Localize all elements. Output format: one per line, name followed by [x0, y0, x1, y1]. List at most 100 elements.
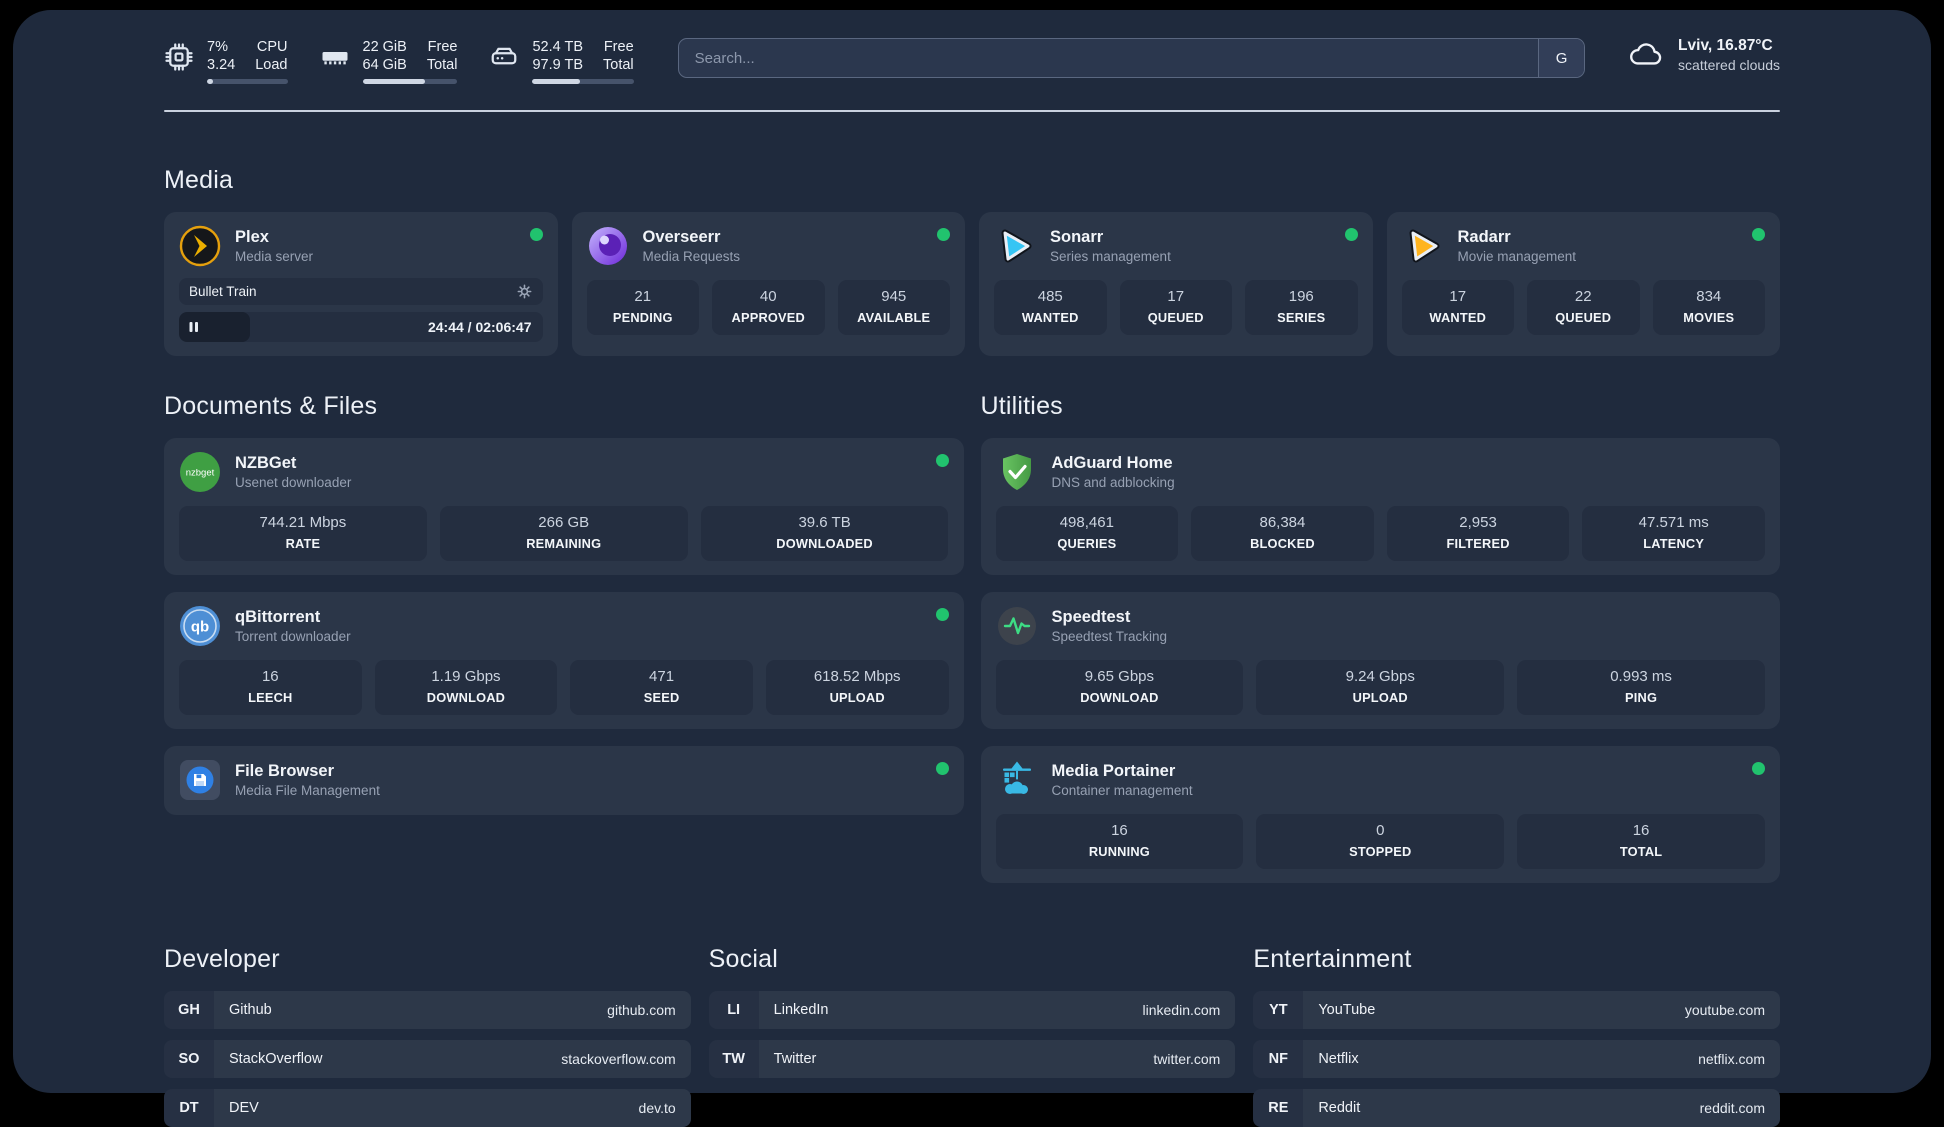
card-subtitle: Speedtest Tracking — [1051, 628, 1168, 644]
stat-label: APPROVED — [731, 309, 805, 325]
stat-label: FILTERED — [1446, 535, 1510, 551]
search-engine-button[interactable]: G — [1538, 39, 1585, 77]
disk-free-label: Free — [603, 39, 634, 55]
qbittorrent-card[interactable]: qb qBittorrent Torrent downloader 16 LEE… — [164, 591, 964, 729]
radarr-icon — [1402, 225, 1444, 267]
cpu-usage-value: 7% — [207, 39, 228, 55]
playback-progress-bar[interactable]: 24:44 / 02:06:47 — [179, 311, 543, 342]
memory-progress-fill — [362, 79, 426, 84]
stat-label: AVAILABLE — [857, 309, 931, 325]
cpu-stat-widget: 7% CPU 3.24 Load — [164, 38, 288, 84]
bookmark-abbr: SO — [164, 1039, 214, 1078]
stat-value: 16 — [261, 667, 279, 685]
speedtest-pulse-icon — [996, 605, 1038, 647]
section-title-social: Social — [708, 944, 778, 973]
bookmark-row[interactable]: TW Twitter twitter.com — [708, 1039, 1236, 1078]
adguard-shield-icon — [996, 451, 1038, 493]
search-bar[interactable]: G — [677, 38, 1586, 78]
developer-column: Developer GH Github github.com SO StackO… — [164, 945, 691, 1127]
bookmark-name: DEV — [229, 1099, 259, 1116]
stat-box: 485 WANTED — [994, 279, 1107, 335]
ram-icon — [320, 42, 350, 72]
bookmark-row[interactable]: GH Github github.com — [164, 990, 691, 1029]
bookmark-abbr: RE — [1253, 1088, 1304, 1127]
bookmark-row[interactable]: LI LinkedIn linkedin.com — [708, 990, 1236, 1029]
stat-label: BLOCKED — [1250, 535, 1315, 551]
filebrowser-card[interactable]: File Browser Media File Management — [164, 745, 964, 815]
stat-label: QUEUED — [1555, 309, 1612, 325]
header-divider — [164, 109, 1780, 112]
weather-widget[interactable]: Lviv, 16.87°C scattered clouds — [1627, 36, 1780, 74]
stat-box: 618.52 Mbps UPLOAD — [765, 659, 949, 715]
speedtest-card[interactable]: Speedtest Speedtest Tracking 9.65 Gbps D… — [980, 591, 1780, 729]
overseerr-card[interactable]: Overseerr Media Requests 21 PENDING 40 A… — [571, 211, 965, 356]
bookmark-row[interactable]: YT YouTube youtube.com — [1253, 990, 1780, 1029]
settings-gear-icon[interactable] — [516, 283, 533, 300]
disk-progress-fill — [532, 79, 580, 84]
stats-row: 17 WANTED 22 QUEUED 834 MOVIES — [1401, 279, 1765, 335]
stat-label: DOWNLOADED — [776, 535, 873, 551]
disk-progress-track — [532, 79, 634, 84]
social-column: Social LI LinkedIn linkedin.com TW Twitt… — [708, 944, 1236, 1127]
radarr-card[interactable]: Radarr Movie management 17 WANTED 22 QUE… — [1386, 211, 1780, 356]
bookmark-row[interactable]: NF Netflix netflix.com — [1253, 1039, 1780, 1078]
status-online-dot — [529, 227, 543, 241]
stat-value: 9.24 Gbps — [1345, 667, 1415, 685]
stat-label: DOWNLOAD — [426, 689, 506, 705]
bookmark-row[interactable]: DT DEV dev.to — [164, 1088, 691, 1127]
adguard-card[interactable]: AdGuard Home DNS and adblocking 498,461 … — [980, 437, 1780, 575]
stat-value: 9.65 Gbps — [1084, 667, 1155, 685]
search-input[interactable] — [678, 39, 1539, 77]
stat-value: 471 — [649, 667, 675, 685]
stat-box: 21 PENDING — [586, 279, 699, 335]
nzbget-icon: nzbget — [179, 451, 221, 493]
stat-label: PING — [1625, 689, 1658, 705]
stats-row: 485 WANTED 17 QUEUED 196 SERIES — [994, 279, 1358, 335]
sonarr-card[interactable]: Sonarr Series management 485 WANTED 17 Q… — [979, 211, 1373, 356]
now-playing-title: Bullet Train — [189, 283, 257, 299]
bookmark-bar: Github github.com — [214, 990, 691, 1029]
bookmark-bar: DEV dev.to — [214, 1088, 691, 1127]
card-title: Overseerr — [642, 227, 721, 246]
bookmark-abbr: NF — [1253, 1039, 1304, 1078]
stat-box: 1.19 Gbps DOWNLOAD — [374, 659, 558, 715]
stat-label: UPLOAD — [829, 689, 885, 705]
disk-free-value: 52.4 TB — [532, 39, 584, 55]
stat-box: 834 MOVIES — [1652, 279, 1765, 335]
status-online-dot — [1344, 227, 1358, 241]
weather-condition: scattered clouds — [1678, 57, 1780, 73]
stat-box: 945 AVAILABLE — [837, 279, 950, 335]
bookmark-abbr: DT — [164, 1088, 214, 1127]
overseerr-icon — [587, 225, 629, 267]
card-title: qBittorrent — [235, 607, 321, 626]
nzbget-card[interactable]: nzbget NZBGet Usenet downloader 744.21 M… — [164, 437, 964, 575]
stat-label: UPLOAD — [1352, 689, 1408, 705]
stat-value: 16 — [1632, 821, 1650, 839]
stat-box: 266 GB REMAINING — [439, 505, 688, 561]
stat-value: 17 — [1449, 287, 1467, 305]
svg-text:nzbget: nzbget — [186, 467, 215, 478]
section-title-documents: Documents & Files — [164, 391, 378, 420]
stat-box: 0.993 ms PING — [1517, 659, 1765, 715]
plex-card[interactable]: Plex Media server Bullet Train 24:44 / 0… — [164, 211, 558, 356]
bookmark-bar: YouTube youtube.com — [1303, 990, 1780, 1029]
bookmark-abbr: TW — [708, 1039, 759, 1078]
cpu-chip-icon — [164, 42, 194, 72]
stat-box: 47.571 ms LATENCY — [1582, 505, 1765, 561]
bookmark-bar: Twitter twitter.com — [758, 1039, 1236, 1078]
weather-location-temp: Lviv, 16.87°C — [1678, 37, 1773, 54]
bookmark-abbr: LI — [708, 990, 759, 1029]
documents-column: Documents & Files nzbget NZBGet Usenet d… — [164, 392, 964, 815]
stat-box: 16 TOTAL — [1517, 813, 1765, 869]
bookmark-bar: Reddit reddit.com — [1303, 1088, 1780, 1127]
stat-box: 22 QUEUED — [1527, 279, 1640, 335]
portainer-card[interactable]: Media Portainer Container management 16 … — [980, 745, 1780, 883]
pause-icon[interactable] — [189, 321, 199, 333]
section-title-media: Media — [164, 165, 234, 194]
stat-value: 485 — [1037, 287, 1063, 305]
card-title: Sonarr — [1050, 227, 1104, 246]
bookmark-row[interactable]: RE Reddit reddit.com — [1253, 1088, 1780, 1127]
qbittorrent-icon: qb — [179, 605, 221, 647]
bookmark-row[interactable]: SO StackOverflow stackoverflow.com — [164, 1039, 691, 1078]
stat-label: QUERIES — [1057, 535, 1117, 551]
